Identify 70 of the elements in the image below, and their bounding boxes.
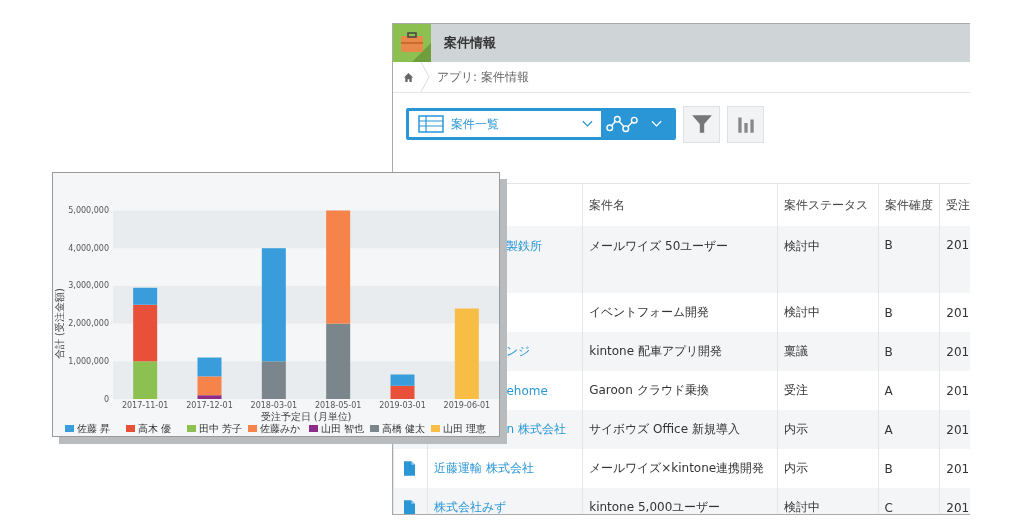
legend-item[interactable]: 山田 智也 xyxy=(309,423,365,434)
legend-item[interactable]: 高木 優 xyxy=(126,423,172,434)
legend-label: 佐藤 昇 xyxy=(77,423,111,434)
table-icon xyxy=(418,115,444,133)
x-tick-label: 2019-06-01 xyxy=(443,401,491,410)
bar[interactable] xyxy=(197,376,222,396)
bar[interactable] xyxy=(326,323,351,399)
legend-label: 田中 芳子 xyxy=(199,423,243,434)
bar[interactable] xyxy=(261,361,286,399)
table-cell: B xyxy=(878,332,940,371)
bar[interactable] xyxy=(261,248,286,362)
y-axis-title: 合計 (受注金額) xyxy=(54,288,65,360)
caret-icon xyxy=(651,120,662,128)
table-cell: 201 xyxy=(939,410,970,449)
line-graph-icon xyxy=(606,114,638,134)
table-cell: サイボウズ Office 新規導入 xyxy=(582,410,778,449)
table-cell: kintone 5,000ユーザー xyxy=(582,488,778,514)
legend-label: 高木 優 xyxy=(138,423,172,434)
customer-link[interactable]: ehome xyxy=(506,383,548,398)
table-cell: C xyxy=(878,488,940,514)
x-tick-label: 2018-05-01 xyxy=(314,401,362,410)
document-icon[interactable] xyxy=(404,461,415,476)
table-cell: 稟議 xyxy=(777,332,879,371)
y-tick-label: 3,000,000 xyxy=(68,281,109,291)
legend-item[interactable]: 高橋 健太 xyxy=(370,423,426,434)
bar[interactable] xyxy=(133,304,158,362)
briefcase-app-icon[interactable] xyxy=(393,24,431,62)
table-cell: 検討中 xyxy=(777,226,879,293)
x-tick-label: 2018-03-01 xyxy=(250,401,298,410)
legend-label: 佐藤みか xyxy=(260,423,300,434)
y-tick-label: 0 xyxy=(103,394,109,404)
table-cell: 201 xyxy=(939,488,970,514)
legend-item[interactable]: 佐藤みか xyxy=(248,423,300,434)
bar[interactable] xyxy=(133,361,158,399)
legend-item[interactable]: 田中 芳子 xyxy=(187,423,243,434)
legend-label: 高橋 健太 xyxy=(382,423,426,434)
y-tick-label: 4,000,000 xyxy=(68,243,109,253)
view-select[interactable]: 案件一覧 xyxy=(409,111,601,137)
filter-button[interactable] xyxy=(683,105,720,143)
filter-icon xyxy=(690,113,713,135)
breadcrumb-link[interactable]: アプリ: 案件情報 xyxy=(437,68,529,86)
y-tick-label: 1,000,000 xyxy=(68,356,109,366)
x-tick-label: 2019-03-01 xyxy=(379,401,426,410)
bar[interactable] xyxy=(390,374,415,386)
chart-button[interactable] xyxy=(727,105,764,143)
table-cell: A xyxy=(878,410,940,449)
legend-label: 山田 智也 xyxy=(321,423,365,434)
customer-link[interactable]: 近藤運輸 株式会社 xyxy=(434,461,535,475)
home-icon[interactable] xyxy=(403,71,414,83)
table-cell: 検討中 xyxy=(777,488,879,514)
table-cell: kintone 配車アプリ開発 xyxy=(582,332,778,371)
bar[interactable] xyxy=(197,395,222,399)
legend-item[interactable]: 佐藤 昇 xyxy=(65,423,111,434)
table-cell: 201 xyxy=(939,226,970,293)
y-tick-label: 2,000,000 xyxy=(68,319,109,329)
x-axis-title: 受注予定日 (月単位) xyxy=(260,411,352,422)
legend-label: 山田 理恵 xyxy=(443,423,487,434)
caret-icon xyxy=(582,120,593,128)
app-title: 案件情報 xyxy=(444,34,496,52)
table-cell: B xyxy=(878,226,940,293)
table-cell: 内示 xyxy=(777,410,879,449)
table-cell: 201 xyxy=(939,332,970,371)
document-icon[interactable] xyxy=(404,500,415,514)
x-tick-label: 2017-12-01 xyxy=(186,401,233,410)
x-tick-label: 2017-11-01 xyxy=(121,401,169,410)
bar[interactable] xyxy=(197,357,222,377)
y-tick-label: 5,000,000 xyxy=(68,206,109,215)
table-cell: メールワイズ 50ユーザー xyxy=(582,226,778,293)
bar[interactable] xyxy=(326,210,351,324)
legend-item[interactable]: 山田 理恵 xyxy=(431,423,487,434)
